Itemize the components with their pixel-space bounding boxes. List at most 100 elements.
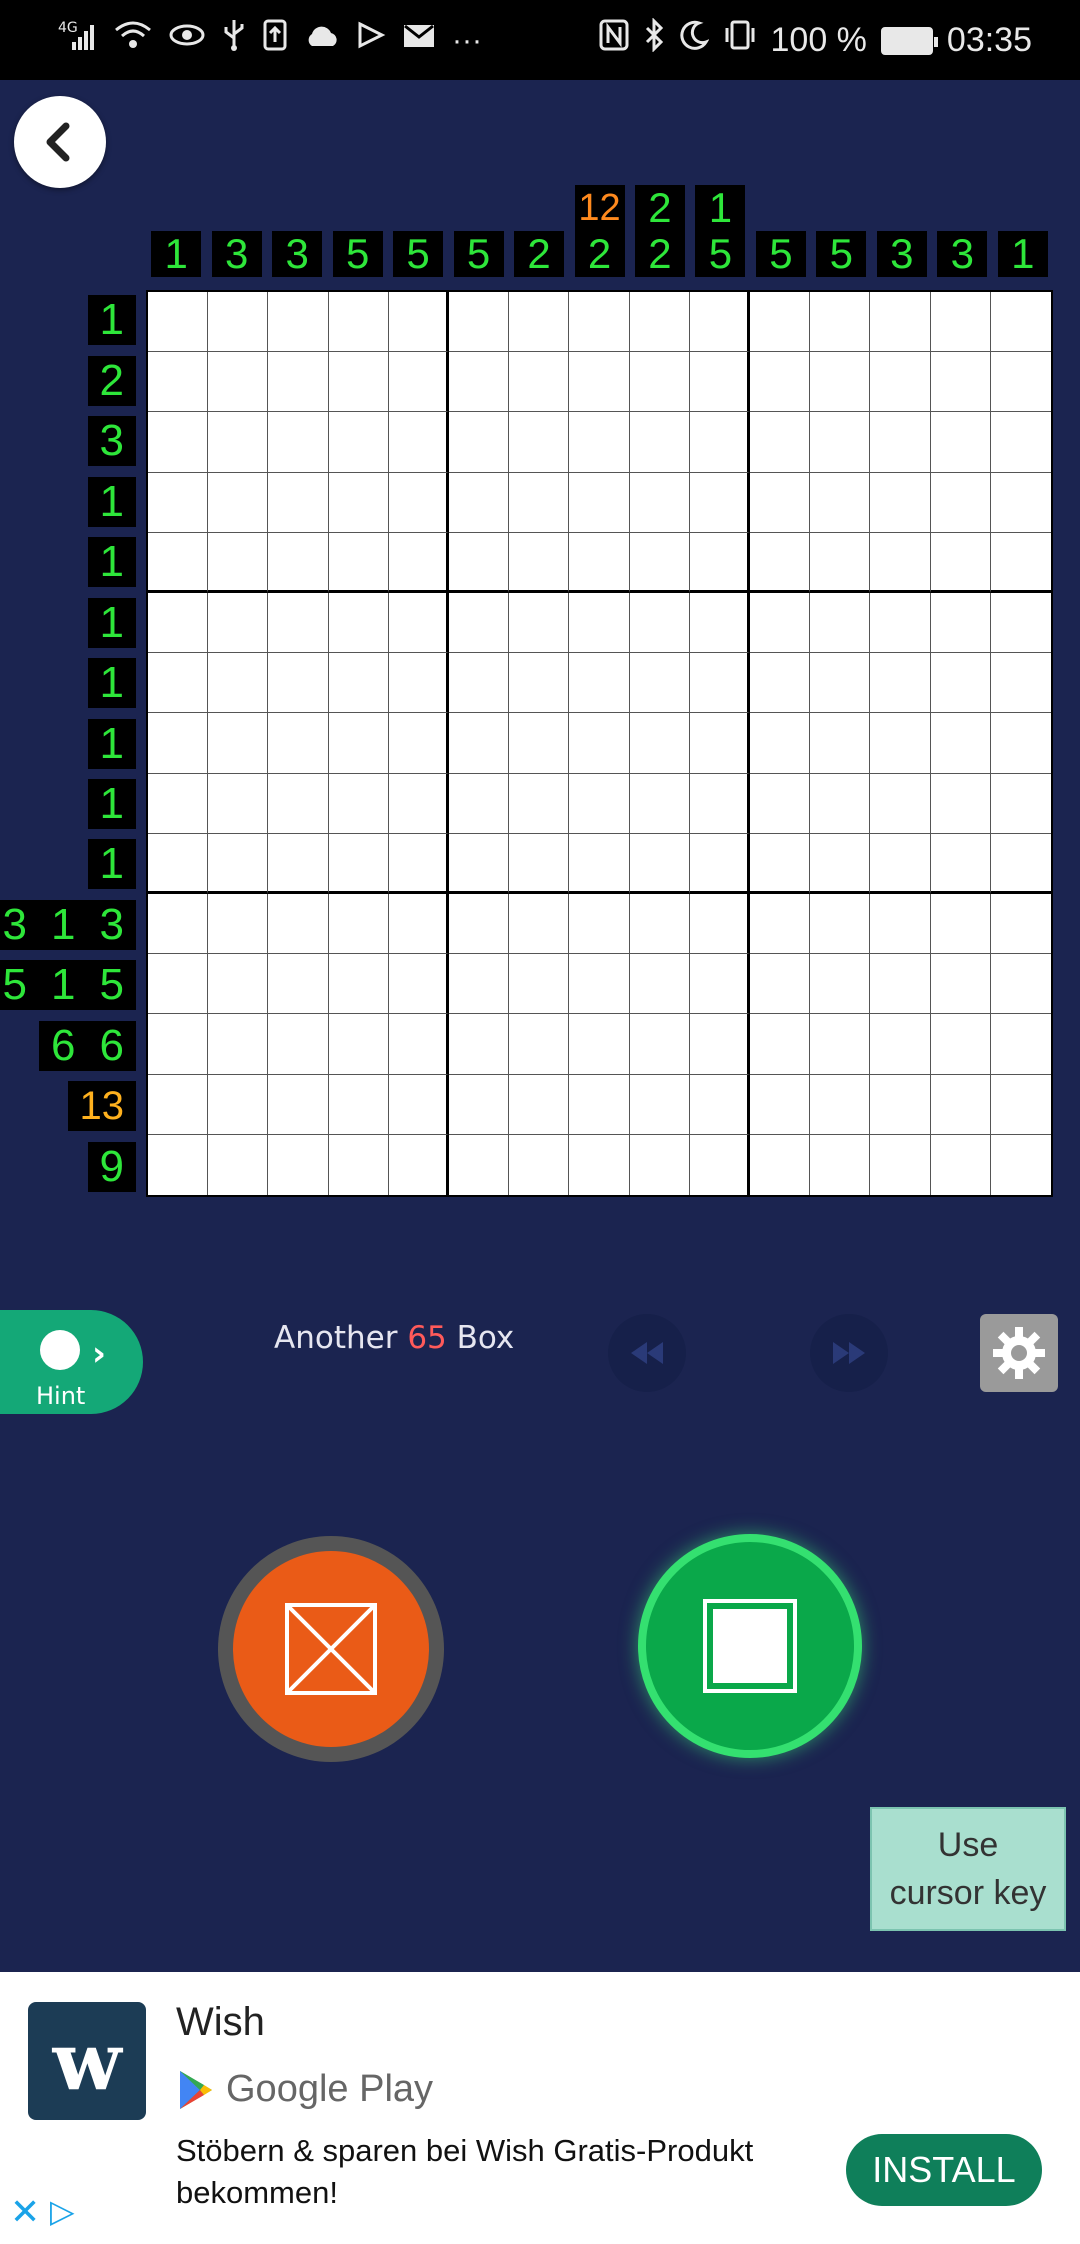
grid-cell[interactable] <box>629 653 690 714</box>
grid-cell[interactable] <box>148 352 209 413</box>
puzzle-grid[interactable] <box>146 290 1053 1197</box>
grid-cell[interactable] <box>750 653 811 714</box>
hint-button[interactable]: › Hint <box>0 1310 143 1414</box>
grid-cell[interactable] <box>569 532 630 593</box>
grid-cell[interactable] <box>689 472 750 533</box>
grid-cell[interactable] <box>509 833 570 894</box>
grid-cell[interactable] <box>208 593 269 654</box>
grid-cell[interactable] <box>388 954 449 1015</box>
grid-cell[interactable] <box>990 894 1051 955</box>
grid-cell[interactable] <box>509 713 570 774</box>
grid-cell[interactable] <box>509 1014 570 1075</box>
grid-cell[interactable] <box>810 713 871 774</box>
grid-cell[interactable] <box>629 352 690 413</box>
grid-cell[interactable] <box>930 593 991 654</box>
grid-cell[interactable] <box>990 653 1051 714</box>
grid-cell[interactable] <box>930 1074 991 1135</box>
grid-cell[interactable] <box>268 954 329 1015</box>
grid-cell[interactable] <box>870 1134 931 1195</box>
grid-cell[interactable] <box>328 954 389 1015</box>
grid-cell[interactable] <box>689 352 750 413</box>
fill-mode-button[interactable] <box>638 1534 862 1758</box>
grid-cell[interactable] <box>569 1074 630 1135</box>
grid-cell[interactable] <box>449 713 510 774</box>
grid-cell[interactable] <box>810 653 871 714</box>
grid-cell[interactable] <box>870 713 931 774</box>
grid-cell[interactable] <box>750 532 811 593</box>
grid-cell[interactable] <box>870 593 931 654</box>
grid-cell[interactable] <box>629 1134 690 1195</box>
grid-cell[interactable] <box>449 532 510 593</box>
grid-cell[interactable] <box>268 833 329 894</box>
grid-cell[interactable] <box>810 954 871 1015</box>
grid-cell[interactable] <box>569 1134 630 1195</box>
grid-cell[interactable] <box>629 1014 690 1075</box>
grid-cell[interactable] <box>689 1074 750 1135</box>
grid-cell[interactable] <box>268 352 329 413</box>
grid-cell[interactable] <box>449 1014 510 1075</box>
grid-cell[interactable] <box>990 1014 1051 1075</box>
grid-cell[interactable] <box>388 1074 449 1135</box>
grid-cell[interactable] <box>689 713 750 774</box>
grid-cell[interactable] <box>569 472 630 533</box>
grid-cell[interactable] <box>388 1014 449 1075</box>
grid-cell[interactable] <box>870 653 931 714</box>
grid-cell[interactable] <box>629 1074 690 1135</box>
grid-cell[interactable] <box>208 653 269 714</box>
grid-cell[interactable] <box>629 292 690 353</box>
grid-cell[interactable] <box>569 653 630 714</box>
use-cursor-key-button[interactable]: Use cursor key <box>870 1807 1066 1931</box>
grid-cell[interactable] <box>208 894 269 955</box>
grid-cell[interactable] <box>328 1074 389 1135</box>
grid-cell[interactable] <box>328 412 389 473</box>
grid-cell[interactable] <box>629 894 690 955</box>
grid-cell[interactable] <box>689 833 750 894</box>
grid-cell[interactable] <box>208 292 269 353</box>
grid-cell[interactable] <box>810 292 871 353</box>
grid-cell[interactable] <box>208 713 269 774</box>
grid-cell[interactable] <box>629 773 690 834</box>
grid-cell[interactable] <box>148 1074 209 1135</box>
grid-cell[interactable] <box>750 352 811 413</box>
grid-cell[interactable] <box>449 653 510 714</box>
grid-cell[interactable] <box>750 1134 811 1195</box>
grid-cell[interactable] <box>449 472 510 533</box>
grid-cell[interactable] <box>208 833 269 894</box>
grid-cell[interactable] <box>930 1014 991 1075</box>
grid-cell[interactable] <box>328 713 389 774</box>
grid-cell[interactable] <box>148 833 209 894</box>
grid-cell[interactable] <box>870 1014 931 1075</box>
grid-cell[interactable] <box>148 653 209 714</box>
grid-cell[interactable] <box>148 472 209 533</box>
grid-cell[interactable] <box>870 833 931 894</box>
grid-cell[interactable] <box>569 954 630 1015</box>
grid-cell[interactable] <box>388 894 449 955</box>
grid-cell[interactable] <box>569 412 630 473</box>
grid-cell[interactable] <box>930 532 991 593</box>
grid-cell[interactable] <box>449 833 510 894</box>
grid-cell[interactable] <box>810 352 871 413</box>
grid-cell[interactable] <box>870 292 931 353</box>
grid-cell[interactable] <box>268 1134 329 1195</box>
grid-cell[interactable] <box>629 833 690 894</box>
grid-cell[interactable] <box>268 653 329 714</box>
grid-cell[interactable] <box>750 412 811 473</box>
grid-cell[interactable] <box>268 532 329 593</box>
grid-cell[interactable] <box>509 1074 570 1135</box>
grid-cell[interactable] <box>449 412 510 473</box>
grid-cell[interactable] <box>449 593 510 654</box>
grid-cell[interactable] <box>328 1014 389 1075</box>
grid-cell[interactable] <box>388 1134 449 1195</box>
grid-cell[interactable] <box>930 713 991 774</box>
grid-cell[interactable] <box>328 653 389 714</box>
grid-cell[interactable] <box>990 593 1051 654</box>
grid-cell[interactable] <box>750 593 811 654</box>
grid-cell[interactable] <box>569 713 630 774</box>
grid-cell[interactable] <box>449 292 510 353</box>
ad-choices-icon[interactable]: ▷ <box>50 2192 75 2230</box>
grid-cell[interactable] <box>990 292 1051 353</box>
grid-cell[interactable] <box>990 412 1051 473</box>
grid-cell[interactable] <box>629 593 690 654</box>
grid-cell[interactable] <box>810 1074 871 1135</box>
grid-cell[interactable] <box>629 713 690 774</box>
